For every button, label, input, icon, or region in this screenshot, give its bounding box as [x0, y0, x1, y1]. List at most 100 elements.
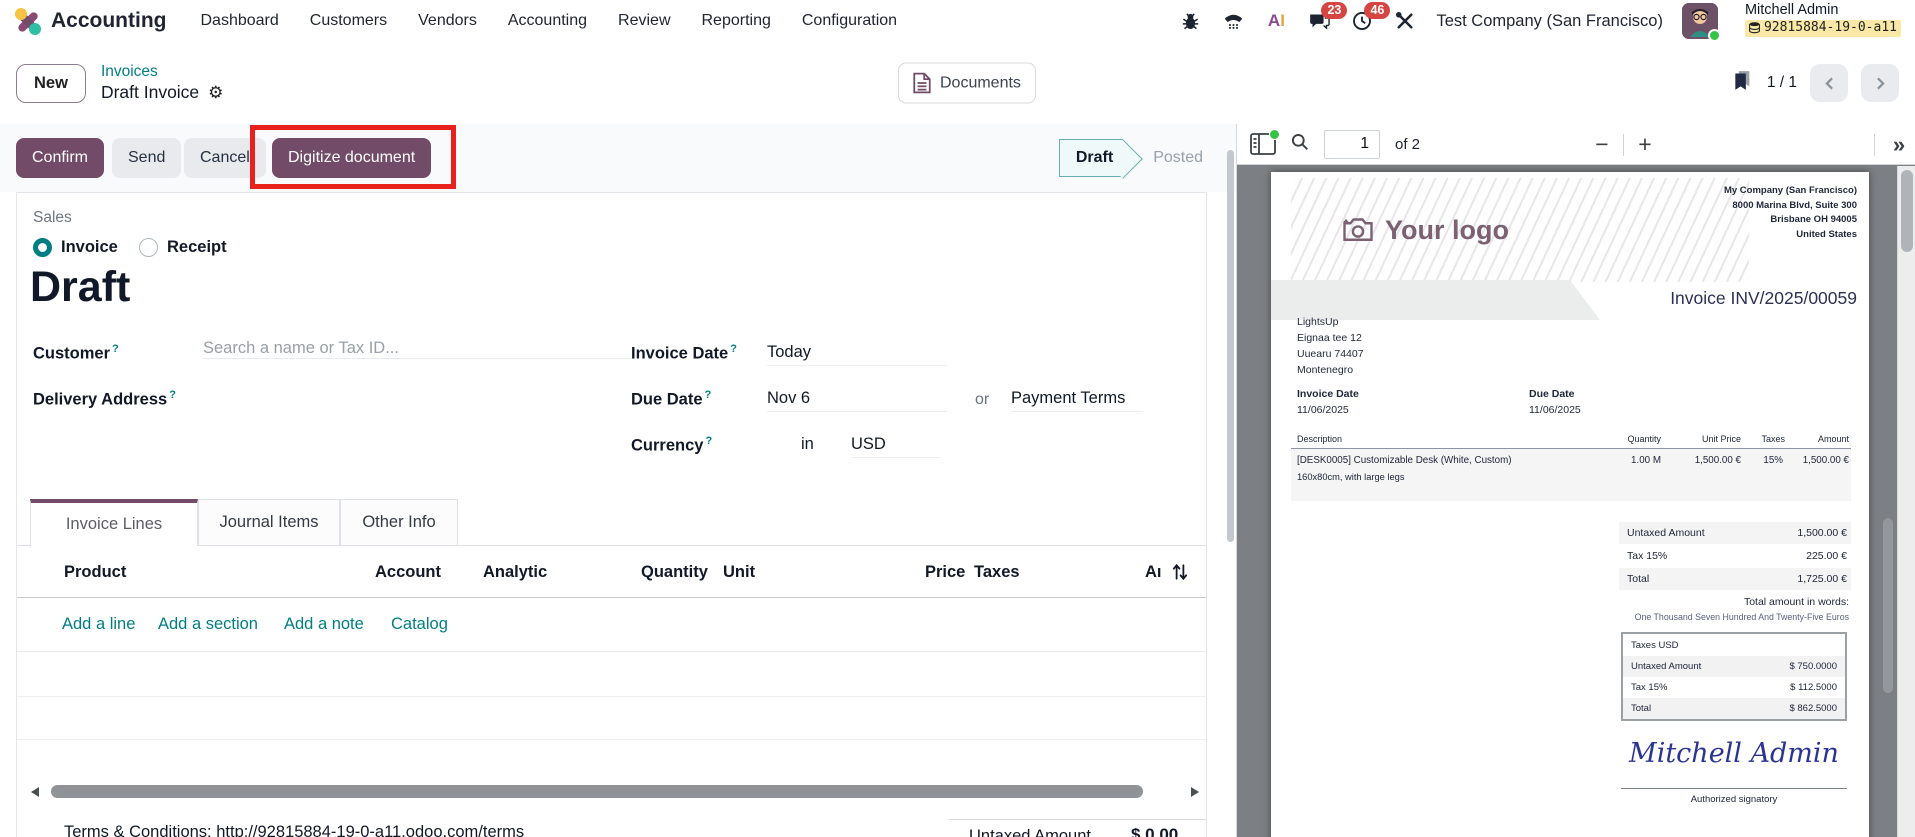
collapse-panel-icon[interactable]: » [1881, 132, 1915, 158]
tab-journal-items[interactable]: Journal Items [198, 499, 340, 546]
radio-invoice[interactable] [33, 238, 52, 257]
add-note-link[interactable]: Add a note [284, 615, 364, 634]
doc-invoice-date-label: Invoice Date [1297, 388, 1359, 400]
menu-vendors[interactable]: Vendors [418, 12, 477, 30]
user-menu[interactable]: Mitchell Admin 92815884-19-0-a11 [1744, 2, 1901, 40]
customer-input[interactable] [203, 339, 633, 359]
tab-invoice-lines[interactable]: Invoice Lines [30, 499, 198, 546]
divider [1874, 133, 1875, 156]
gear-icon[interactable]: ⚙ [208, 83, 223, 103]
col-product: Product [64, 563, 127, 581]
menu-accounting[interactable]: Accounting [508, 12, 587, 30]
logo-text: Your logo [1385, 214, 1509, 245]
delivery-address-label: Delivery Address? [33, 389, 176, 409]
horizontal-scrollbar[interactable] [51, 785, 1143, 798]
state-posted[interactable]: Posted [1153, 149, 1203, 167]
add-line-link[interactable]: Add a line [62, 615, 135, 634]
tools-icon[interactable] [1393, 9, 1417, 33]
breadcrumb-invoices-link[interactable]: Invoices [101, 63, 223, 81]
company-switcher[interactable]: Test Company (San Francisco) [1436, 12, 1663, 31]
taxes-usd-tax: Tax 15% $ 112.5000 [1631, 682, 1837, 693]
page-count: of 2 [1395, 135, 1421, 153]
menu-configuration[interactable]: Configuration [802, 12, 897, 30]
due-date-label: Due Date? [631, 389, 712, 409]
cancel-button[interactable]: Cancel [184, 138, 266, 178]
col-amount-clipped: Aı [1145, 563, 1162, 581]
currency-label: Currency? [631, 435, 713, 455]
add-section-link[interactable]: Add a section [158, 615, 258, 634]
menu-customers[interactable]: Customers [310, 12, 387, 30]
confirm-button[interactable]: Confirm [16, 138, 105, 178]
avatar[interactable] [1681, 3, 1721, 42]
database-icon [1748, 22, 1760, 34]
voip-phone-icon[interactable] [1221, 9, 1245, 33]
doc-line-subdescription: 160x80cm, with large legs [1297, 472, 1405, 482]
digitize-document-button[interactable]: Digitize document [272, 138, 432, 178]
state-draft[interactable]: Draft [1058, 139, 1124, 177]
app-title[interactable]: Accounting [51, 9, 167, 33]
signature-text: Mitchell Admin [1629, 738, 1839, 769]
bookmark-icon[interactable] [1733, 70, 1754, 96]
doc-line-taxes: 15% [1763, 455, 1783, 466]
document-icon [913, 72, 931, 94]
menu-review[interactable]: Review [618, 12, 670, 30]
attachment-viewer: of 2 − + » Your logo My Company (San Fra… [1236, 124, 1915, 837]
page-number-input[interactable] [1324, 129, 1380, 159]
zoom-out-button[interactable]: − [1587, 131, 1617, 158]
pager-next-button[interactable] [1861, 64, 1899, 102]
documents-button[interactable]: Documents [898, 62, 1036, 104]
activities-clock-icon[interactable]: 46 [1350, 2, 1391, 33]
pdf-scrollbar-thumb[interactable] [1883, 518, 1893, 693]
bug-icon[interactable] [1178, 9, 1202, 33]
window-scrollbar[interactable] [1897, 166, 1915, 837]
menu-reporting[interactable]: Reporting [702, 12, 771, 30]
new-button[interactable]: New [16, 63, 86, 103]
window-scrollbar-thumb[interactable] [1901, 170, 1913, 252]
logo-placeholder: Your logo [1291, 178, 1749, 282]
pdf-page: Your logo My Company (San Francisco) 800… [1271, 172, 1869, 837]
doc-col-amount: Amount [1817, 434, 1849, 444]
expand-controls: » [1868, 124, 1915, 165]
table-header-divider [17, 597, 1206, 598]
invoice-date-field[interactable]: Today [767, 343, 947, 366]
in-words-label: Total amount in words: [1743, 596, 1849, 608]
search-icon[interactable] [1291, 133, 1309, 156]
hscroll-left-arrow[interactable] [31, 787, 39, 797]
payment-terms-field[interactable]: Payment Terms [1011, 389, 1143, 412]
documents-label: Documents [940, 74, 1021, 91]
authorized-signatory-label: Authorized signatory [1690, 794, 1778, 805]
customer-country: Montenegro [1297, 364, 1354, 376]
pager-previous-button[interactable] [1810, 64, 1848, 102]
record-title: Draft [30, 263, 131, 311]
radio-receipt[interactable] [139, 238, 158, 257]
top-navbar: Accounting Dashboard Customers Vendors A… [0, 0, 1915, 42]
doc-due-date-label: Due Date [1529, 388, 1575, 400]
customer-street: Eignaa tee 12 [1297, 332, 1362, 344]
accounting-app-icon[interactable] [14, 7, 41, 35]
messages-icon[interactable]: 23 [1307, 2, 1348, 33]
doc-col-description: Description [1297, 434, 1343, 444]
or-label: or [975, 391, 990, 408]
sidebar-toggle-icon[interactable] [1250, 129, 1280, 155]
send-button[interactable]: Send [112, 138, 182, 178]
activities-badge: 46 [1364, 2, 1391, 19]
ai-icon[interactable]: AI [1264, 9, 1288, 33]
due-date-field[interactable]: Nov 6 [767, 389, 947, 412]
optional-columns-icon[interactable] [1171, 563, 1189, 586]
hscroll-right-arrow[interactable] [1191, 787, 1199, 797]
radio-receipt-label: Receipt [167, 238, 227, 256]
zoom-in-button[interactable]: + [1630, 131, 1660, 158]
invoice-date-label: Invoice Date? [631, 343, 737, 363]
pager-count: 1 / 1 [1766, 74, 1797, 91]
menu-dashboard[interactable]: Dashboard [201, 12, 279, 30]
database-id: 92815884-19-0-a11 [1763, 19, 1897, 35]
status-dot [1269, 129, 1280, 140]
invoice-form-sheet: Sales Invoice Receipt Draft Customer? De… [16, 192, 1207, 837]
zoom-controls: − + [1587, 124, 1660, 165]
tab-other-info[interactable]: Other Info [340, 499, 458, 546]
catalog-link[interactable]: Catalog [391, 615, 448, 634]
form-vertical-scrollbar[interactable] [1227, 150, 1234, 542]
terms-and-conditions[interactable]: Terms & Conditions: http://92815884-19-0… [64, 823, 524, 837]
currency-field[interactable]: USD [851, 435, 941, 458]
untaxed-amount-value: $ 0.00 [1131, 825, 1179, 837]
